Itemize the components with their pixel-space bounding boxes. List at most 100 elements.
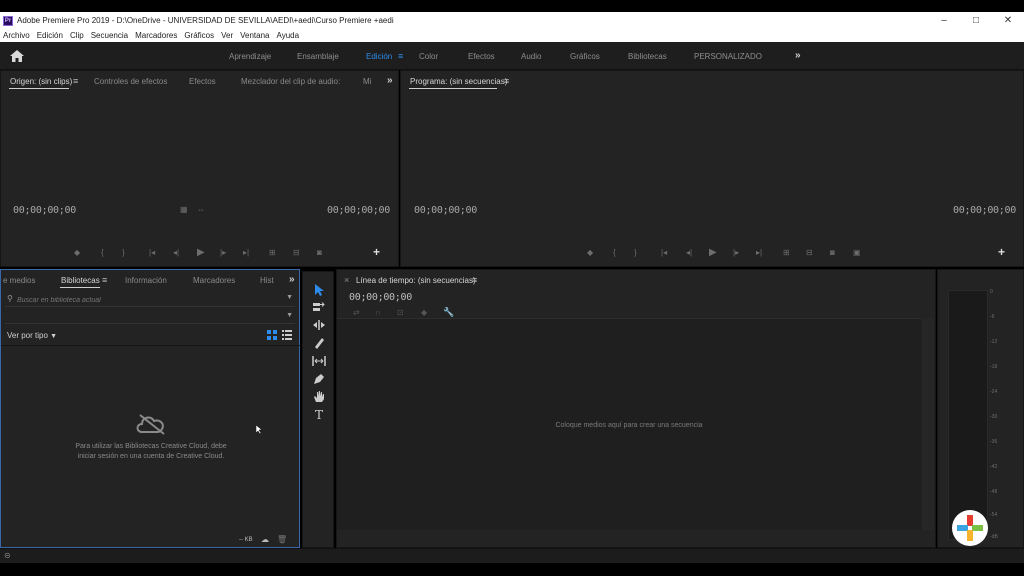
extract-icon[interactable]: ⊟ bbox=[806, 248, 813, 257]
menu-ventana[interactable]: Ventana bbox=[240, 31, 269, 40]
library-selector[interactable]: ▼ bbox=[5, 312, 295, 324]
drag-video-icon[interactable]: ⇔ bbox=[197, 205, 205, 214]
workspace-tab-graficos[interactable]: Gráficos bbox=[570, 52, 600, 61]
tab-mezclador-audio[interactable]: Mezclador del clip de audio: bbox=[241, 77, 340, 86]
step-forward-icon[interactable]: |▸ bbox=[733, 248, 739, 257]
mark-out-icon[interactable]: } bbox=[122, 248, 125, 257]
workspace-overflow-icon[interactable]: » bbox=[795, 50, 801, 61]
comparison-view-icon[interactable]: ▣ bbox=[853, 248, 861, 257]
go-to-out-icon[interactable]: ▸| bbox=[243, 248, 249, 257]
go-to-in-icon[interactable]: |◂ bbox=[661, 248, 667, 257]
view-by-type-dropdown[interactable]: Ver por tipo ▼ bbox=[7, 331, 57, 340]
library-size-label: -- KB bbox=[239, 537, 253, 543]
step-back-icon[interactable]: ◂| bbox=[173, 248, 179, 257]
go-to-in-icon[interactable]: |◂ bbox=[149, 248, 155, 257]
tab-historial[interactable]: Hist bbox=[260, 276, 274, 285]
grid-view-icon[interactable] bbox=[267, 330, 277, 342]
list-view-icon[interactable] bbox=[282, 330, 292, 342]
timeline-panel-menu-icon[interactable]: ≡ bbox=[472, 275, 477, 285]
tab-medios[interactable]: e medios bbox=[3, 276, 35, 285]
trash-icon[interactable]: 🗑 bbox=[277, 535, 287, 544]
search-dropdown-icon[interactable]: ▼ bbox=[286, 294, 293, 301]
close-icon[interactable]: × bbox=[344, 275, 349, 285]
menu-archivo[interactable]: Archivo bbox=[3, 31, 30, 40]
workspace-tab-audio[interactable]: Audio bbox=[521, 52, 541, 61]
insert-icon[interactable]: ⊞ bbox=[269, 248, 276, 257]
tab-mi[interactable]: Mi bbox=[363, 77, 371, 86]
tab-programa[interactable]: Programa: (sin secuencias) bbox=[410, 77, 507, 86]
tab-controles-efectos[interactable]: Controles de efectos bbox=[94, 77, 167, 86]
add-marker-icon[interactable]: ◆ bbox=[421, 308, 427, 317]
tab-informacion[interactable]: Información bbox=[125, 276, 167, 285]
source-timecode-current[interactable]: 00;00;00;00 bbox=[13, 205, 76, 216]
hand-tool-icon[interactable] bbox=[312, 390, 326, 404]
menu-ver[interactable]: Ver bbox=[221, 31, 233, 40]
nest-sequence-icon[interactable]: ⇄ bbox=[353, 308, 360, 317]
program-button-editor-icon[interactable]: + bbox=[998, 245, 1005, 259]
workspace-tab-personalizado[interactable]: PERSONALIZADO bbox=[694, 52, 762, 61]
program-timecode-duration[interactable]: 00;00;00;00 bbox=[953, 205, 1016, 216]
program-panel-menu-icon[interactable]: ≡ bbox=[504, 76, 509, 86]
workspace-tab-edicion[interactable]: Edición bbox=[366, 52, 392, 61]
pen-tool-icon[interactable] bbox=[312, 372, 326, 386]
step-back-icon[interactable]: ◂| bbox=[686, 248, 692, 257]
source-tabs-overflow-icon[interactable]: » bbox=[387, 75, 393, 86]
workspace-menu-icon[interactable]: ≡ bbox=[398, 51, 403, 61]
marker-icon[interactable]: ◆ bbox=[74, 248, 80, 257]
lift-icon[interactable]: ⊞ bbox=[783, 248, 790, 257]
library-search-input[interactable] bbox=[17, 294, 277, 306]
timeline-scrollbar[interactable] bbox=[922, 318, 934, 530]
home-icon[interactable] bbox=[10, 50, 24, 62]
go-to-out-icon[interactable]: ▸| bbox=[756, 248, 762, 257]
menu-ayuda[interactable]: Ayuda bbox=[277, 31, 300, 40]
step-forward-icon[interactable]: |▸ bbox=[220, 248, 226, 257]
timeline-timecode[interactable]: 00;00;00;00 bbox=[349, 292, 412, 303]
workspace-tab-efectos[interactable]: Efectos bbox=[468, 52, 495, 61]
minimize-icon[interactable]: – bbox=[928, 12, 960, 29]
workspace-tab-aprendizaje[interactable]: Aprendizaje bbox=[229, 52, 271, 61]
tab-origen[interactable]: Origen: (sin clips) bbox=[10, 77, 72, 86]
menu-marcadores[interactable]: Marcadores bbox=[135, 31, 177, 40]
type-tool-icon[interactable]: T bbox=[312, 408, 326, 422]
fit-icon[interactable]: ▦ bbox=[180, 205, 188, 214]
workspace-tab-bibliotecas[interactable]: Bibliotecas bbox=[628, 52, 667, 61]
workspace-tab-color[interactable]: Color bbox=[419, 52, 438, 61]
play-icon[interactable]: ▶ bbox=[197, 247, 205, 258]
export-frame-icon[interactable]: ◙ bbox=[830, 248, 835, 257]
ripple-edit-tool-icon[interactable] bbox=[312, 318, 326, 332]
libraries-panel-menu-icon[interactable]: ≡ bbox=[102, 275, 107, 285]
snap-icon[interactable]: ∩ bbox=[375, 308, 381, 317]
creative-cloud-icon[interactable]: ☁ bbox=[261, 535, 269, 544]
razor-tool-icon[interactable] bbox=[312, 336, 326, 350]
menu-clip[interactable]: Clip bbox=[70, 31, 84, 40]
mark-in-icon[interactable]: { bbox=[101, 248, 104, 257]
marker-icon[interactable]: ◆ bbox=[587, 248, 593, 257]
source-timecode-duration[interactable]: 00;00;00;00 bbox=[327, 205, 390, 216]
linked-selection-icon[interactable]: ⊡ bbox=[397, 308, 404, 317]
tab-linea-de-tiempo[interactable]: Línea de tiempo: (sin secuencias) bbox=[356, 276, 476, 285]
source-panel-menu-icon[interactable]: ≡ bbox=[73, 76, 78, 86]
mark-in-icon[interactable]: { bbox=[613, 248, 616, 257]
source-button-editor-icon[interactable]: + bbox=[373, 245, 380, 259]
menu-graficos[interactable]: Gráficos bbox=[184, 31, 214, 40]
tab-efectos[interactable]: Efectos bbox=[189, 77, 216, 86]
slip-tool-icon[interactable] bbox=[312, 354, 326, 368]
mark-out-icon[interactable]: } bbox=[634, 248, 637, 257]
overwrite-icon[interactable]: ⊟ bbox=[293, 248, 300, 257]
libraries-tabs-overflow-icon[interactable]: » bbox=[289, 274, 295, 285]
program-timecode-current[interactable]: 00;00;00;00 bbox=[414, 205, 477, 216]
workspace-tab-ensamblaje[interactable]: Ensamblaje bbox=[297, 52, 339, 61]
menu-edicion[interactable]: Edición bbox=[37, 31, 63, 40]
selection-tool-icon[interactable] bbox=[312, 283, 326, 297]
export-frame-icon[interactable]: ◙ bbox=[317, 248, 322, 257]
play-icon[interactable]: ▶ bbox=[709, 247, 717, 258]
view-by-type-label: Ver por tipo bbox=[7, 331, 48, 340]
tab-bibliotecas[interactable]: Bibliotecas bbox=[61, 276, 100, 285]
maximize-icon[interactable]: □ bbox=[960, 12, 992, 29]
menu-secuencia[interactable]: Secuencia bbox=[91, 31, 128, 40]
wrench-icon[interactable]: 🔧 bbox=[443, 307, 454, 318]
tab-marcadores[interactable]: Marcadores bbox=[193, 276, 235, 285]
track-select-tool-icon[interactable] bbox=[312, 300, 326, 314]
close-icon[interactable]: ✕ bbox=[992, 12, 1024, 29]
timeline-track-area[interactable]: Coloque medios aquí para crear una secue… bbox=[337, 318, 921, 530]
